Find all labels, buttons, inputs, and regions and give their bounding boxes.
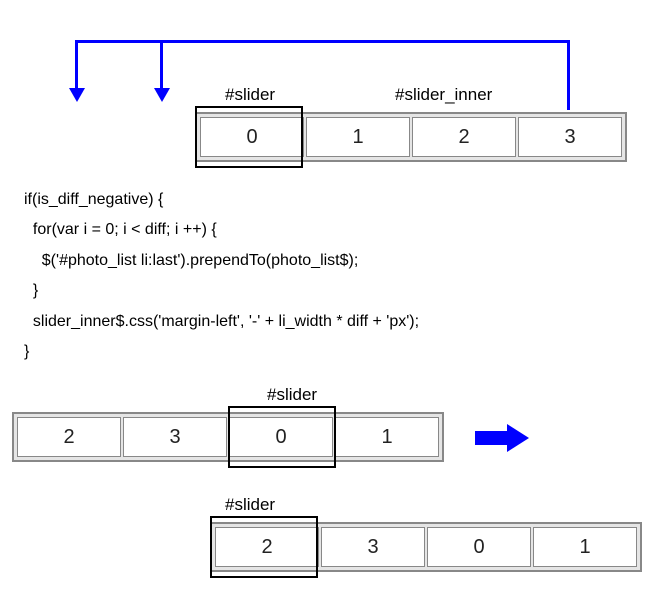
code-line: for(var i = 0; i < diff; i ++) { (24, 221, 217, 238)
code-snippet: if(is_diff_negative) { for(var i = 0; i … (24, 185, 419, 367)
cell: 3 (518, 117, 622, 157)
cell: 1 (335, 417, 439, 457)
label-slider-3: #slider (225, 495, 275, 515)
connector-line-vertical-left-a (75, 40, 78, 90)
code-line: slider_inner$.css('margin-left', '-' + l… (24, 313, 419, 330)
cell: 2 (17, 417, 121, 457)
arrow-down-2 (154, 88, 170, 102)
cell: 2 (412, 117, 516, 157)
cell: 1 (306, 117, 410, 157)
cell: 1 (533, 527, 637, 567)
label-slider-1: #slider (225, 85, 275, 105)
slider-viewport-2 (228, 406, 336, 468)
label-slider-2: #slider (267, 385, 317, 405)
cell: 3 (123, 417, 227, 457)
connector-line-vertical-left-b (160, 40, 163, 90)
label-slider-inner: #slider_inner (395, 85, 492, 105)
slider-viewport-1 (195, 106, 303, 168)
cell: 3 (321, 527, 425, 567)
cell: 0 (427, 527, 531, 567)
connector-line-vertical-right (567, 40, 570, 110)
slider-viewport-3 (210, 516, 318, 578)
code-line: } (24, 282, 38, 299)
code-line: } (24, 343, 29, 360)
code-line: $('#photo_list li:last').prependTo(photo… (24, 252, 358, 269)
code-line: if(is_diff_negative) { (24, 191, 163, 208)
animate-right-arrow-icon (475, 424, 529, 452)
connector-line-horizontal (75, 40, 570, 43)
arrow-down-1 (69, 88, 85, 102)
diagram-canvas: #slider #slider_inner 0 1 2 3 if(is_diff… (0, 0, 660, 600)
